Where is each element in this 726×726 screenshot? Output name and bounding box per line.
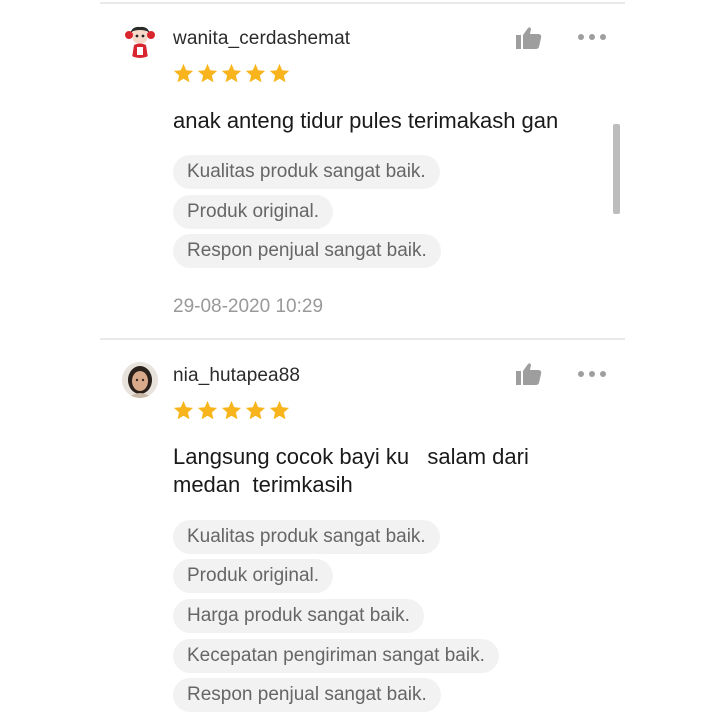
star-icon — [173, 400, 194, 420]
review-tag: Produk original. — [173, 195, 334, 229]
star-icon — [197, 63, 218, 83]
review-tag: Kecepatan pengiriman sangat baik. — [173, 639, 499, 673]
star-icon — [173, 63, 194, 83]
more-options-icon[interactable] — [577, 32, 607, 42]
thumbs-up-icon[interactable] — [515, 362, 543, 386]
star-rating — [173, 63, 290, 85]
review-tag: Respon penjual sangat baik. — [173, 678, 441, 712]
star-icon — [269, 400, 290, 420]
avatar[interactable] — [122, 22, 158, 58]
scrollbar[interactable] — [613, 124, 620, 214]
thumbs-up-icon[interactable] — [515, 26, 543, 50]
reviews-panel: wanita_cerdashemat anak anteng tidur pul… — [100, 0, 625, 726]
avatar[interactable] — [122, 362, 158, 398]
review-comment: anak anteng tidur pules terimakash gan — [173, 108, 559, 133]
username[interactable]: nia_hutapea88 — [173, 365, 300, 387]
star-icon — [221, 400, 242, 420]
review-tag: Respon penjual sangat baik. — [173, 234, 441, 268]
username[interactable]: wanita_cerdashemat — [173, 28, 350, 50]
review-tag: Kualitas produk sangat baik. — [173, 155, 440, 189]
review-tag: Kualitas produk sangat baik. — [173, 520, 440, 554]
star-rating — [173, 400, 290, 422]
star-icon — [245, 400, 266, 420]
photo-avatar-icon — [122, 362, 158, 398]
divider — [100, 338, 625, 340]
review-tag: Harga produk sangat baik. — [173, 599, 424, 633]
star-icon — [221, 63, 242, 83]
star-icon — [245, 63, 266, 83]
red-doll-avatar-icon — [122, 22, 158, 58]
review-comment: Langsung cocok bayi ku salam dari medan … — [173, 444, 535, 497]
more-options-icon[interactable] — [577, 369, 607, 379]
review-tag: Produk original. — [173, 559, 334, 593]
review-timestamp: 29-08-2020 10:29 — [173, 296, 324, 317]
divider — [100, 2, 625, 4]
star-icon — [269, 63, 290, 83]
star-icon — [197, 400, 218, 420]
